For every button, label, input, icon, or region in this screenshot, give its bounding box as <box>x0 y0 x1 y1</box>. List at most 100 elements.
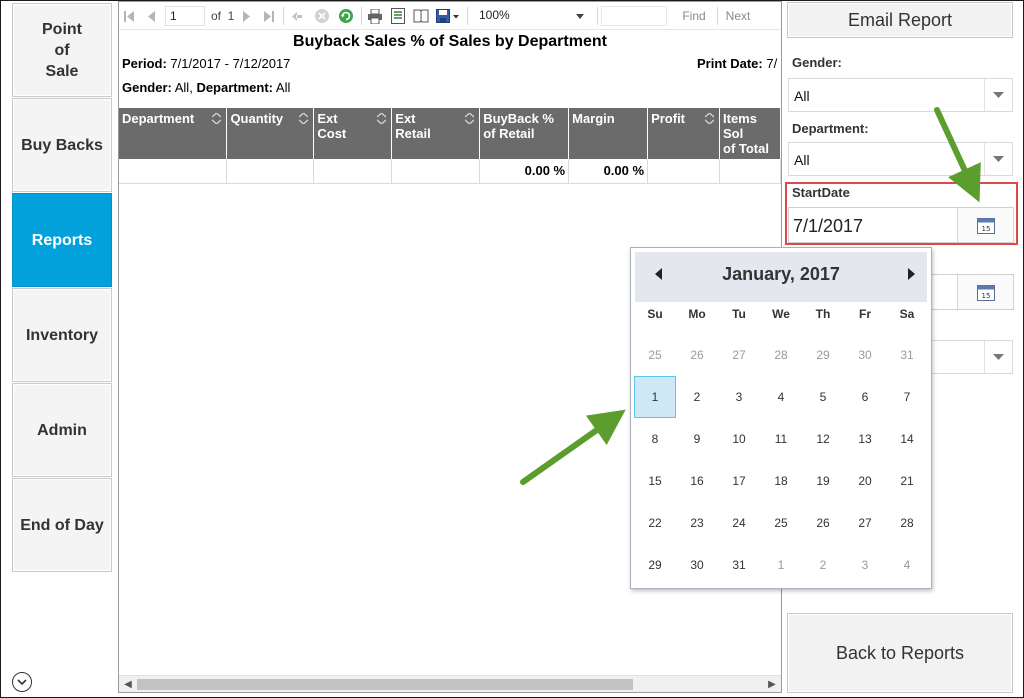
print-layout-icon[interactable] <box>389 6 407 26</box>
calendar-day[interactable]: 8 <box>634 418 676 460</box>
page-number-input[interactable]: 1 <box>165 6 205 26</box>
calendar-day[interactable]: 12 <box>802 418 844 460</box>
calendar-day[interactable]: 25 <box>634 334 676 376</box>
chevron-down-circle-icon[interactable] <box>12 672 32 692</box>
calendar-day[interactable]: 15 <box>634 460 676 502</box>
calendar-day[interactable]: 11 <box>760 418 802 460</box>
calendar-day[interactable]: 19 <box>802 460 844 502</box>
calendar-day[interactable]: 30 <box>844 334 886 376</box>
calendar-day[interactable]: 9 <box>676 418 718 460</box>
calendar-day[interactable]: 27 <box>718 334 760 376</box>
nav-admin-button[interactable]: Admin <box>12 383 112 477</box>
back-to-reports-button[interactable]: Back to Reports <box>787 613 1013 693</box>
calendar-day[interactable]: 20 <box>844 460 886 502</box>
startdate-input[interactable]: 7/1/2017 15 <box>788 207 1014 243</box>
scrollbar-thumb[interactable] <box>137 679 633 690</box>
sort-icon[interactable] <box>377 113 387 124</box>
calendar-day[interactable]: 28 <box>760 334 802 376</box>
calendar-day[interactable]: 29 <box>634 544 676 586</box>
find-next-button[interactable]: Next <box>723 6 753 26</box>
nav-inventory-button[interactable]: Inventory <box>12 288 112 382</box>
next-page-icon[interactable] <box>241 6 253 26</box>
gender-select[interactable]: All <box>788 78 1013 112</box>
chevron-down-icon[interactable] <box>984 341 1012 373</box>
weekday-label: Sa <box>899 307 915 321</box>
sort-icon[interactable] <box>299 113 309 124</box>
sort-icon[interactable] <box>465 113 475 124</box>
calendar-day[interactable]: 21 <box>886 460 928 502</box>
page-setup-icon[interactable] <box>412 6 430 26</box>
calendar-day[interactable]: 30 <box>676 544 718 586</box>
calendar-day[interactable]: 31 <box>718 544 760 586</box>
calendar-day[interactable]: 26 <box>802 502 844 544</box>
calendar-day[interactable]: 17 <box>718 460 760 502</box>
next-month-icon[interactable] <box>904 267 918 281</box>
calendar-day[interactable]: 2 <box>676 376 718 418</box>
calendar-day[interactable]: 28 <box>886 502 928 544</box>
find-text-input[interactable] <box>601 6 667 26</box>
calendar-icon[interactable]: 15 <box>957 275 1013 309</box>
calendar-day[interactable]: 4 <box>760 376 802 418</box>
calendar-day[interactable]: 16 <box>676 460 718 502</box>
previous-page-icon[interactable] <box>143 6 159 26</box>
back-to-parent-icon[interactable] <box>289 6 305 26</box>
calendar-day[interactable]: 5 <box>802 376 844 418</box>
calendar-day[interactable]: 31 <box>886 334 928 376</box>
department-select[interactable]: All <box>788 142 1013 176</box>
scroll-right-icon[interactable]: ▶ <box>765 678 779 691</box>
column-header[interactable]: Margin <box>568 108 649 159</box>
calendar-day[interactable]: 1 <box>634 376 676 418</box>
calendar-day[interactable]: 10 <box>718 418 760 460</box>
table-cell <box>226 159 315 184</box>
calendar-day[interactable]: 29 <box>802 334 844 376</box>
calendar-day[interactable]: 3 <box>844 544 886 586</box>
column-header[interactable]: BuyBack % of Retail <box>479 108 570 159</box>
calendar-month-title[interactable]: January, 2017 <box>635 264 927 285</box>
calendar-day[interactable]: 22 <box>634 502 676 544</box>
horizontal-scrollbar[interactable]: ◀ ▶ <box>119 675 781 692</box>
print-icon[interactable] <box>366 6 384 26</box>
table-cell <box>119 159 228 184</box>
zoom-select[interactable]: 100% <box>475 6 589 26</box>
calendar-day[interactable]: 4 <box>886 544 928 586</box>
sort-icon[interactable] <box>705 113 714 124</box>
table-header-row: Department Quantity Ext Cost Ext Retail … <box>119 108 781 159</box>
export-save-icon[interactable] <box>435 6 461 26</box>
calendar-day[interactable]: 18 <box>760 460 802 502</box>
column-header[interactable]: Items Sol of Total <box>719 108 781 159</box>
column-header[interactable]: Ext Cost <box>313 108 393 159</box>
nav-point-of-sale-button[interactable]: Point of Sale <box>12 3 112 97</box>
calendar-day[interactable]: 24 <box>718 502 760 544</box>
zoom-dropdown-icon[interactable] <box>575 6 585 26</box>
refresh-icon[interactable] <box>337 6 355 26</box>
calendar-day[interactable]: 7 <box>886 376 928 418</box>
scroll-left-icon[interactable]: ◀ <box>121 678 135 691</box>
sort-icon[interactable] <box>212 113 222 124</box>
calendar-day[interactable]: 3 <box>718 376 760 418</box>
last-page-icon[interactable] <box>261 6 277 26</box>
calendar-day[interactable]: 27 <box>844 502 886 544</box>
calendar-day[interactable]: 26 <box>676 334 718 376</box>
first-page-icon[interactable] <box>121 6 137 26</box>
chevron-down-icon[interactable] <box>984 79 1012 111</box>
nav-end-of-day-button[interactable]: End of Day <box>12 478 112 572</box>
find-button[interactable]: Find <box>679 6 709 26</box>
nav-buy-backs-button[interactable]: Buy Backs <box>12 98 112 192</box>
calendar-day[interactable]: 23 <box>676 502 718 544</box>
calendar-day[interactable]: 13 <box>844 418 886 460</box>
department-value: All <box>794 152 810 168</box>
email-report-button[interactable]: Email Report <box>787 2 1013 38</box>
calendar-icon[interactable]: 15 <box>957 208 1013 242</box>
calendar-day[interactable]: 1 <box>760 544 802 586</box>
column-header[interactable]: Quantity <box>226 108 315 159</box>
nav-reports-button[interactable]: Reports <box>12 193 112 287</box>
calendar-day[interactable]: 2 <box>802 544 844 586</box>
column-header[interactable]: Ext Retail <box>391 108 481 159</box>
calendar-day[interactable]: 14 <box>886 418 928 460</box>
calendar-day[interactable]: 6 <box>844 376 886 418</box>
column-header[interactable]: Profit <box>647 108 720 159</box>
calendar-day[interactable]: 25 <box>760 502 802 544</box>
stop-icon[interactable] <box>313 6 331 26</box>
column-header[interactable]: Department <box>119 108 228 159</box>
chevron-down-icon[interactable] <box>984 143 1012 175</box>
